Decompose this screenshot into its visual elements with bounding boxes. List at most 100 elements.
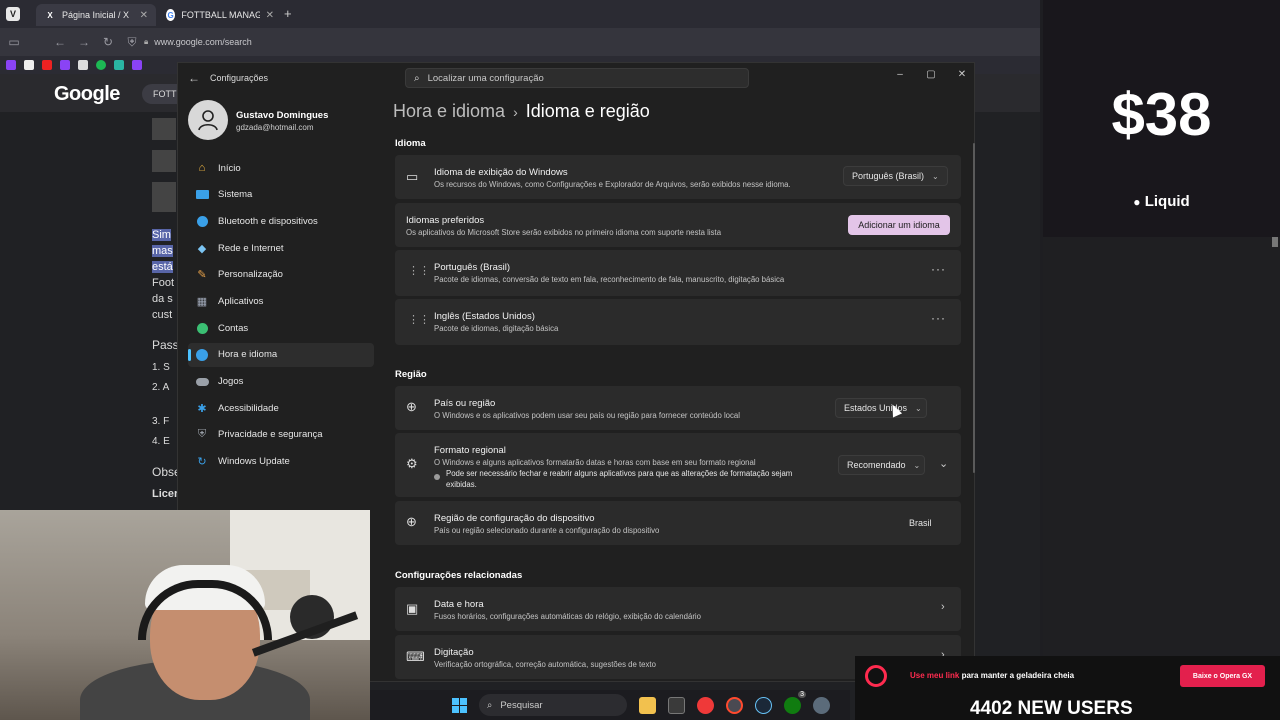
country-row: ⊕ País ou região O Windows e os aplicati… [395,386,961,430]
bookmark-youtube-icon[interactable] [42,60,52,70]
bookmark-page-icon[interactable] [78,60,88,70]
sidebar-item-personalizacao[interactable]: ✎ Personalização [188,263,374,287]
chevron-right-icon[interactable]: › [941,601,945,613]
regional-format-row[interactable]: ⚙ Formato regional O Windows e alguns ap… [395,433,961,497]
sidebar-item-privacidade[interactable]: ⛨ Privacidade e segurança [188,423,374,447]
add-language-button[interactable]: Adicionar um idioma [848,215,950,235]
sidebar-item-contas[interactable]: Contas [188,316,374,340]
steam-icon[interactable] [755,696,772,714]
sidebar-item-aplicativos[interactable]: ▦ Aplicativos [188,289,374,313]
sidebar-item-windows-update[interactable]: ↻ Windows Update [188,450,374,474]
donation-brand: ● Liquid [1043,193,1280,210]
google-logo[interactable]: Google [54,83,120,106]
tab-x-home[interactable]: X Página Inicial / X ✕ [36,4,156,26]
terminal-icon[interactable] [668,696,685,714]
sidebar-toggle-icon[interactable]: ▭ [2,35,26,49]
keyboard-icon: ⌨ [406,649,425,664]
settings-gear-icon[interactable] [813,696,830,714]
time-language-icon [195,348,209,362]
file-explorer-icon[interactable] [639,696,656,714]
close-tab-icon[interactable]: ✕ [266,10,274,21]
scrollbar[interactable] [973,143,975,473]
sidebar-item-bluetooth[interactable]: Bluetooth e dispositivos [188,209,374,233]
bookmark-twitch-icon[interactable] [60,60,70,70]
row-description: Fusos horários, configurações automática… [434,612,701,621]
sidebar-item-jogos[interactable]: Jogos [188,370,374,394]
reload-icon[interactable]: ↻ [96,35,120,49]
system-icon [195,188,209,202]
result-thumbnail[interactable] [152,150,176,172]
tab-label: FOTTBALL MANAGER 2 [181,10,260,20]
minimize-icon[interactable]: – [890,69,910,80]
country-dropdown[interactable]: Estados Unidos ⌄ [835,398,927,418]
back-arrow-icon[interactable]: ← [188,71,200,85]
download-opera-button[interactable]: Baixe o Opera GX [1180,665,1265,687]
nav-label: Windows Update [218,456,290,468]
language-desc: Pacote de idiomas, conversão de texto em… [434,275,785,284]
avatar [188,100,228,140]
result-thumbnail[interactable] [152,118,176,140]
page-text-line: 2. A [152,382,170,393]
browser-menu-icon[interactable]: V [6,7,20,21]
result-thumbnail[interactable] [152,182,176,212]
back-icon[interactable]: ← [48,35,72,49]
bookmark-spotify-icon[interactable] [96,60,106,70]
x-logo-icon: X [47,10,53,20]
xbox-icon[interactable]: 3 [784,690,806,714]
sidebar-item-sistema[interactable]: Sistema [188,183,374,207]
promo-link[interactable]: Use meu link [910,671,959,680]
date-time-row[interactable]: ▣ Data e hora Fusos horários, configuraç… [395,587,961,631]
nav-label: Privacidade e segurança [218,429,323,441]
search-icon: ⌕ [414,72,420,84]
row-title: País ou região [434,398,496,409]
user-icon [198,110,218,131]
page-title: Idioma e região [525,101,650,121]
laptop-icon: ▭ [406,169,419,184]
brush-icon: ✎ [197,269,207,282]
drag-handle-icon[interactable]: ⋮⋮ [408,313,430,326]
row-description: O Windows e alguns aplicativos formatarã… [434,458,756,467]
page-text-line: Licer [152,488,179,500]
language-item[interactable]: ⋮⋮ Inglês (Estados Unidos) Pacote de idi… [395,299,961,345]
vivaldi-icon[interactable] [697,696,714,714]
row-value: Brasil [909,518,932,528]
close-icon[interactable]: ✕ [952,69,972,80]
url-field[interactable]: www.google.com/search [154,37,252,47]
more-options-icon[interactable]: ··· [931,262,946,276]
more-options-icon[interactable]: ··· [931,311,946,325]
regional-format-dropdown[interactable]: Recomendado ⌄ [838,455,925,475]
sidebar-item-hora-idioma[interactable]: Hora e idioma [188,342,374,367]
scrollbar-thumb[interactable] [1272,237,1278,247]
sidebar-item-rede[interactable]: ◆ Rede e Internet [188,236,374,260]
drag-handle-icon[interactable]: ⋮⋮ [408,264,430,277]
display-language-dropdown[interactable]: Português (Brasil) ⌄ [843,166,948,186]
sidebar-item-acessibilidade[interactable]: ✱ Acessibilidade [188,396,374,420]
tab-football-manager[interactable]: G FOTTBALL MANAGER 2 ✕ [158,4,282,26]
shield-icon[interactable]: ⛨ [120,35,144,50]
taskbar-search[interactable]: ⌕ Pesquisar [479,694,627,716]
new-tab-button[interactable]: + [284,6,292,21]
language-item[interactable]: ⋮⋮ Português (Brasil) Pacote de idiomas,… [395,250,961,296]
row-description: Os aplicativos do Microsoft Store serão … [406,228,722,237]
maximize-icon[interactable]: ▢ [921,69,941,80]
gamepad-icon [195,375,209,389]
sidebar-item-inicio[interactable]: ⌂ Início [188,156,374,180]
close-tab-icon[interactable]: ✕ [140,10,148,21]
bookmark-x-icon[interactable] [24,60,34,70]
windows-start-icon[interactable] [452,697,467,713]
taskbar: ⌕ Pesquisar 3 [370,690,850,720]
settings-nav: ⌂ Início Sistema Bluetooth e dispositivos… [188,156,374,476]
opera-gx-icon[interactable] [726,696,743,714]
bookmark-code-icon[interactable] [114,60,124,70]
promo-banner: Use meu link para manter a geladeira che… [855,656,1280,720]
nav-label: Hora e idioma [218,349,278,361]
forward-icon[interactable]: → [72,35,96,49]
expand-chevron-icon[interactable]: ⌄ [939,457,948,470]
nav-label: Acessibilidade [218,402,279,414]
preferred-languages-row: Idiomas preferidos Os aplicativos do Mic… [395,203,961,247]
bookmark-twitch-icon[interactable] [132,60,142,70]
bookmark-twitch-icon[interactable] [6,60,16,70]
settings-search[interactable]: ⌕ Localizar uma configuração [405,68,749,88]
breadcrumb-parent[interactable]: Hora e idioma [393,101,505,121]
nav-label: Personalização [218,269,283,281]
